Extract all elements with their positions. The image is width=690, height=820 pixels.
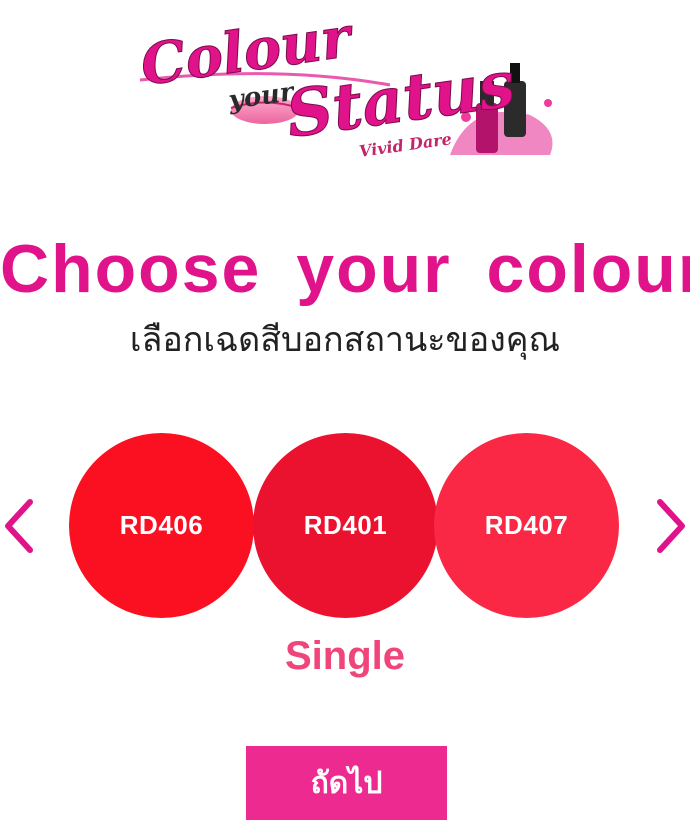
next-arrow-button[interactable] <box>650 496 690 556</box>
chevron-right-icon <box>657 499 685 553</box>
chevron-left-icon <box>5 499 33 553</box>
page-subtitle: เลือกเฉดสีบอกสถานะของคุณ <box>129 320 561 360</box>
next-button[interactable]: ถัดไป <box>246 746 447 820</box>
swatch-rd401[interactable]: RD401 <box>253 433 438 618</box>
next-button-label: ถัดไป <box>310 765 383 801</box>
swatch-code: RD401 <box>303 510 388 540</box>
page-title: Choose your colour <box>0 231 690 307</box>
brand-logo: Colour your Status Vivid Dare <box>130 5 570 165</box>
swatch-code: RD407 <box>484 510 569 540</box>
prev-button[interactable] <box>0 496 40 556</box>
swatch-code: RD406 <box>119 510 204 540</box>
mode-label: Single <box>284 634 406 678</box>
swatch-rd407[interactable]: RD407 <box>434 433 619 618</box>
swatch-rd406[interactable]: RD406 <box>69 433 254 618</box>
logo-artwork: Colour your Status Vivid Dare <box>136 5 553 161</box>
